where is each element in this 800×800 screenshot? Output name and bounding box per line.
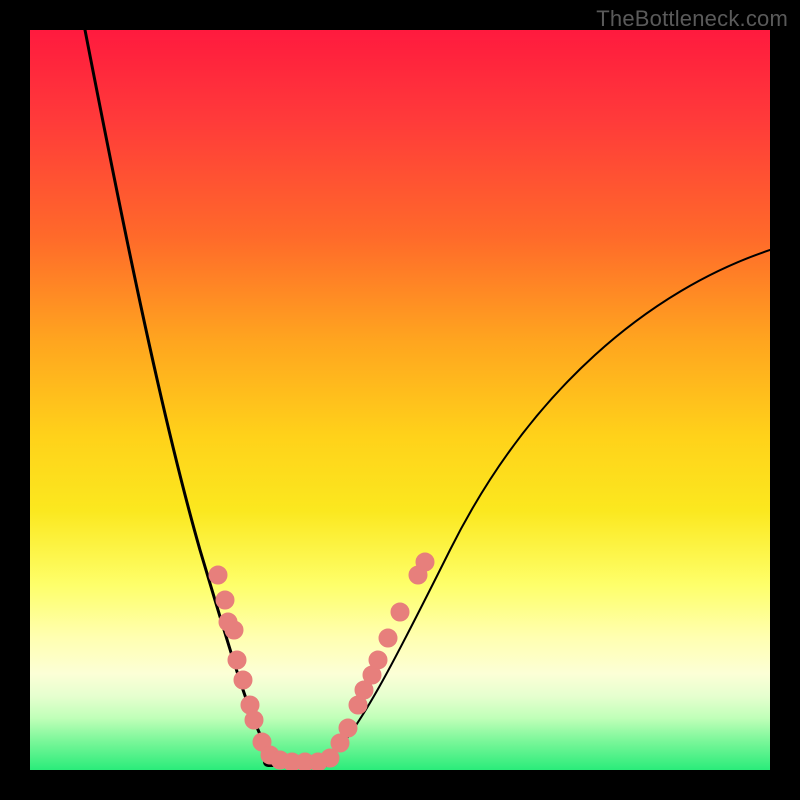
data-marker — [234, 671, 252, 689]
marker-group — [209, 553, 434, 770]
data-marker — [379, 629, 397, 647]
data-marker — [369, 651, 387, 669]
data-marker — [216, 591, 234, 609]
watermark-text: TheBottleneck.com — [596, 6, 788, 32]
plot-area — [30, 30, 770, 770]
curve-left-curve — [85, 30, 320, 762]
chart-container: TheBottleneck.com — [0, 0, 800, 800]
data-marker — [391, 603, 409, 621]
curve-right-curve — [320, 250, 770, 762]
data-marker — [339, 719, 357, 737]
data-marker — [209, 566, 227, 584]
series-group — [85, 30, 770, 762]
chart-svg — [30, 30, 770, 770]
data-marker — [416, 553, 434, 571]
data-marker — [228, 651, 246, 669]
data-marker — [245, 711, 263, 729]
data-marker — [225, 621, 243, 639]
